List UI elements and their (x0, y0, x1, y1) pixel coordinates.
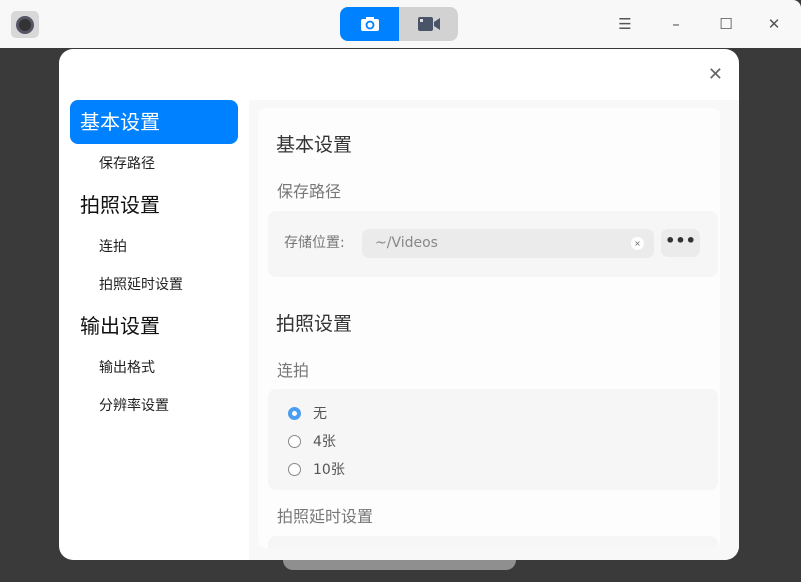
mode-switch[interactable] (340, 7, 458, 41)
nav-resolution[interactable]: 分辨率设置 (70, 387, 238, 425)
radio-unchecked-icon[interactable] (288, 434, 301, 448)
photo-delay-title: 拍照延时设置 (277, 507, 374, 526)
delay-card (268, 536, 718, 548)
nav-output-settings[interactable]: 输出设置 (70, 304, 238, 348)
settings-dialog: ✕ 基本设置 保存路径 拍照设置 连拍 拍照延时设置 输出设置 输出格式 分辨率… (59, 49, 739, 560)
basic-settings-title: 基本设置 (276, 134, 353, 156)
nav-save-path[interactable]: 保存路径 (70, 145, 238, 183)
menu-button[interactable]: ☰ (615, 14, 635, 34)
titlebar: ☰ – ☐ ✕ (0, 0, 801, 48)
radio-checked-icon[interactable] (288, 406, 301, 420)
nav-photo-delay[interactable]: 拍照延时设置 (70, 266, 238, 304)
radio-label: 4张 (313, 434, 336, 450)
clear-icon[interactable]: × (631, 237, 644, 250)
settings-content[interactable]: 基本设置 保存路径 存储位置: ~/Videos × ••• 拍照设置 连拍 无… (249, 100, 739, 560)
maximize-button[interactable]: ☐ (716, 14, 736, 34)
camera-icon (360, 17, 379, 31)
settings-nav: 基本设置 保存路径 拍照设置 连拍 拍照延时设置 输出设置 输出格式 分辨率设置 (70, 100, 238, 425)
burst-card: 无 4张 10张 (268, 389, 718, 490)
storage-path-value: ~/Videos (375, 235, 438, 251)
save-path-title: 保存路径 (277, 182, 342, 201)
video-icon (417, 17, 440, 31)
minimize-button[interactable]: – (666, 14, 686, 34)
radio-unchecked-icon[interactable] (288, 462, 301, 476)
dialog-close-button[interactable]: ✕ (708, 64, 723, 85)
radio-label: 10张 (313, 462, 345, 478)
close-button[interactable]: ✕ (764, 14, 784, 34)
photo-mode-button[interactable] (340, 7, 399, 41)
storage-card: 存储位置: ~/Videos × ••• (268, 211, 718, 277)
burst-title: 连拍 (277, 361, 310, 380)
burst-option-10[interactable]: 10张 (288, 459, 345, 479)
nav-photo-settings[interactable]: 拍照设置 (70, 183, 238, 227)
photo-settings-title: 拍照设置 (276, 313, 353, 335)
nav-output-format[interactable]: 输出格式 (70, 349, 238, 387)
video-mode-button[interactable] (399, 7, 458, 41)
browse-button[interactable]: ••• (661, 229, 700, 257)
nav-burst[interactable]: 连拍 (70, 228, 238, 266)
nav-basic-settings[interactable]: 基本设置 (70, 100, 238, 144)
app-camera-icon (11, 11, 39, 38)
storage-label: 存储位置: (284, 235, 345, 251)
burst-option-none[interactable]: 无 (288, 403, 327, 423)
radio-label: 无 (313, 406, 327, 422)
storage-path-input[interactable]: ~/Videos × (362, 229, 654, 258)
burst-option-4[interactable]: 4张 (288, 431, 336, 451)
